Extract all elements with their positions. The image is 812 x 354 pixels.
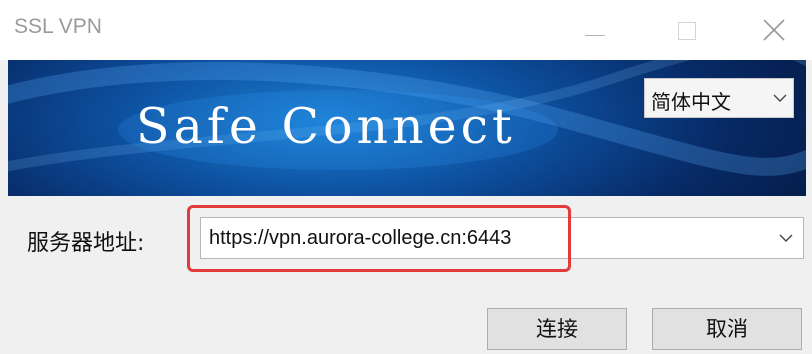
server-address-label: 服务器地址: <box>27 231 145 256</box>
cancel-button[interactable]: 取消 <box>652 308 802 350</box>
minimize-icon <box>585 35 605 36</box>
language-value: 简体中文 <box>651 90 731 114</box>
maximize-button[interactable] <box>655 0 715 60</box>
chevron-down-icon[interactable] <box>779 234 793 243</box>
connect-button[interactable]: 连接 <box>487 308 627 350</box>
maximize-icon <box>678 22 696 40</box>
annotation-highlight-box <box>187 205 571 272</box>
language-select[interactable]: 简体中文 <box>644 78 794 118</box>
close-button[interactable] <box>744 0 804 60</box>
minimize-button[interactable] <box>565 0 625 60</box>
window-title: SSL VPN <box>14 15 102 38</box>
close-icon <box>763 19 785 41</box>
brand-banner: Safe Connect 简体中文 <box>8 60 806 196</box>
brand-title: Safe Connect <box>136 98 516 155</box>
chevron-down-icon <box>773 94 787 102</box>
vpn-dialog: SSL VPN Safe Connect 简体中文 服务器地址: https:/… <box>0 0 812 354</box>
title-bar: SSL VPN <box>0 0 812 60</box>
